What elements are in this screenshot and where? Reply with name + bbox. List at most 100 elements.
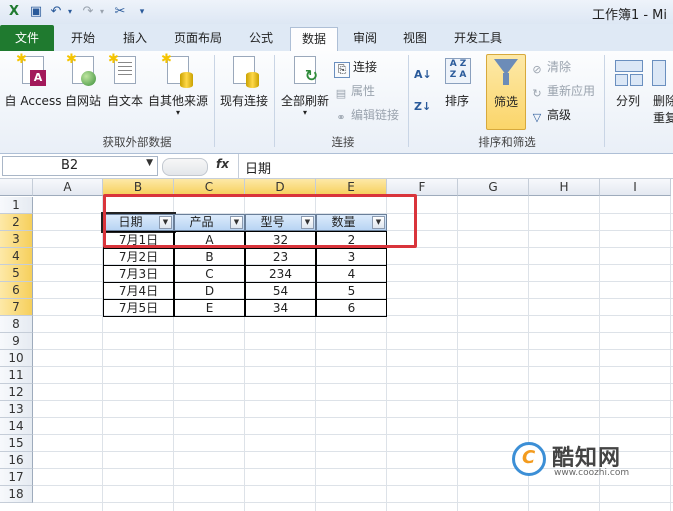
advanced-filter-icon: ▽ xyxy=(532,111,542,124)
redo-dropdown-icon[interactable]: ▾ xyxy=(94,4,110,20)
column-header-h[interactable]: H xyxy=(529,179,600,196)
tools-icon[interactable]: ✂ xyxy=(112,4,128,20)
sort-za-icon: Z↓ xyxy=(414,100,432,113)
row-header-3[interactable]: 3 xyxy=(0,231,33,248)
web-icon: ✱ xyxy=(66,52,98,88)
undo-dropdown-icon[interactable]: ▾ xyxy=(62,4,78,20)
table-cell[interactable]: 7月2日 xyxy=(103,248,174,266)
group-label-connections: 连接 xyxy=(331,135,355,149)
gridline-horizontal xyxy=(33,417,673,418)
text-to-columns-button[interactable]: 分列 xyxy=(610,54,646,130)
column-header-i[interactable]: I xyxy=(600,179,671,196)
table-cell[interactable]: 6 xyxy=(316,299,387,317)
filter-funnel-icon xyxy=(491,55,521,89)
ribbon: A ✱ 自 Access ✱ 自网站 ✱ 自文本 ✱ 自其他来源 ▾ 现有连接 xyxy=(0,51,673,154)
group-divider xyxy=(408,55,409,147)
access-icon: A ✱ xyxy=(16,52,48,88)
remove-duplicates-button[interactable]: 删除 重复 xyxy=(650,54,673,130)
table-cell[interactable]: 5 xyxy=(316,282,387,300)
sort-descending-button[interactable]: Z↓ xyxy=(414,97,431,117)
highlight-box xyxy=(103,194,417,248)
column-header-a[interactable]: A xyxy=(33,179,103,196)
row-header-15[interactable]: 15 xyxy=(0,435,33,452)
table-cell[interactable]: C xyxy=(174,265,245,283)
row-header-2[interactable]: 2 xyxy=(0,214,33,231)
other-sources-icon: ✱ xyxy=(161,52,193,88)
row-header-8[interactable]: 8 xyxy=(0,316,33,333)
from-web-button[interactable]: ✱ 自网站 xyxy=(62,52,104,130)
save-icon[interactable]: ▣ xyxy=(28,4,44,20)
group-divider xyxy=(604,55,605,147)
filter-button[interactable]: 筛选 xyxy=(486,54,526,130)
tab-view[interactable]: 视图 xyxy=(394,27,436,50)
table-cell[interactable]: D xyxy=(174,282,245,300)
tab-developer[interactable]: 开发工具 xyxy=(446,27,510,50)
tab-page-layout[interactable]: 页面布局 xyxy=(166,27,230,50)
row-header-16[interactable]: 16 xyxy=(0,452,33,469)
table-cell[interactable]: 7月4日 xyxy=(103,282,174,300)
customize-toolbar-icon[interactable]: ▾ xyxy=(134,4,150,20)
text-file-icon: ✱ xyxy=(108,52,140,88)
reapply-button[interactable]: ↻ 重新应用 xyxy=(530,81,595,101)
tab-insert[interactable]: 插入 xyxy=(114,27,156,50)
name-box[interactable]: B2 ▼ xyxy=(2,156,158,176)
gridline-horizontal xyxy=(33,332,673,333)
row-header-13[interactable]: 13 xyxy=(0,401,33,418)
table-cell[interactable]: 34 xyxy=(245,299,316,317)
column-header-g[interactable]: G xyxy=(458,179,529,196)
table-cell[interactable]: 4 xyxy=(316,265,387,283)
title-bar: X ▣ ↶ ▾ ↷ ▾ ✂ ▾ 工作簿1 - Mi xyxy=(0,0,673,25)
group-label-get-external-data: 获取外部数据 xyxy=(102,135,172,149)
table-cell[interactable]: 23 xyxy=(245,248,316,266)
table-cell[interactable]: 3 xyxy=(316,248,387,266)
table-cell[interactable]: B xyxy=(174,248,245,266)
existing-connections-button[interactable]: 现有连接 xyxy=(218,54,270,130)
coozhi-logo-icon: C xyxy=(512,442,546,476)
advanced-filter-button[interactable]: ▽ 高级 xyxy=(530,105,571,125)
row-header-14[interactable]: 14 xyxy=(0,418,33,435)
chevron-down-icon: ▾ xyxy=(175,108,180,117)
tab-formulas[interactable]: 公式 xyxy=(240,27,282,50)
edit-links-button[interactable]: ⚭ 编辑链接 xyxy=(334,105,399,125)
connections-button[interactable]: ⎘ 连接 xyxy=(334,57,377,78)
gridline-horizontal xyxy=(33,434,673,435)
select-all-corner[interactable] xyxy=(0,179,33,196)
window-title: 工作簿1 - Mi xyxy=(591,8,667,23)
row-header-6[interactable]: 6 xyxy=(0,282,33,299)
formula-input[interactable]: 日期 xyxy=(245,158,271,177)
row-header-4[interactable]: 4 xyxy=(0,248,33,265)
clear-filter-button[interactable]: ⊘ 清除 xyxy=(530,57,571,77)
table-cell[interactable]: 54 xyxy=(245,282,316,300)
from-text-button[interactable]: ✱ 自文本 xyxy=(104,52,146,130)
from-access-button[interactable]: A ✱ 自 Access xyxy=(4,52,62,130)
tab-file[interactable]: 文件 xyxy=(0,25,54,51)
tab-review[interactable]: 审阅 xyxy=(344,27,386,50)
row-header-10[interactable]: 10 xyxy=(0,350,33,367)
tab-home[interactable]: 开始 xyxy=(62,27,104,50)
table-cell[interactable]: 7月5日 xyxy=(103,299,174,317)
row-header-18[interactable]: 18 xyxy=(0,486,33,503)
table-cell[interactable]: E xyxy=(174,299,245,317)
chevron-down-icon[interactable]: ▼ xyxy=(146,158,153,168)
row-header-11[interactable]: 11 xyxy=(0,367,33,384)
row-header-9[interactable]: 9 xyxy=(0,333,33,350)
properties-button[interactable]: ▤ 属性 xyxy=(334,81,375,101)
row-header-5[interactable]: 5 xyxy=(0,265,33,282)
sort-ascending-button[interactable]: A↓ xyxy=(414,65,432,85)
row-header-17[interactable]: 17 xyxy=(0,469,33,486)
name-box-value: B2 xyxy=(61,158,79,173)
tab-data[interactable]: 数据 xyxy=(290,27,338,52)
clear-filter-icon: ⊘ xyxy=(532,63,542,76)
row-header-1[interactable]: 1 xyxy=(0,197,33,214)
row-header-7[interactable]: 7 xyxy=(0,299,33,316)
insert-function-icon[interactable]: fx xyxy=(216,157,229,171)
table-cell[interactable]: 234 xyxy=(245,265,316,283)
refresh-all-button[interactable]: ↻ 全部刷新 ▾ xyxy=(278,54,332,130)
gridline-horizontal xyxy=(33,366,673,367)
from-other-sources-button[interactable]: ✱ 自其他来源 ▾ xyxy=(146,52,210,130)
row-header-12[interactable]: 12 xyxy=(0,384,33,401)
group-label-sort-filter: 排序和筛选 xyxy=(478,135,536,149)
table-cell[interactable]: 7月3日 xyxy=(103,265,174,283)
formula-expand-handle[interactable] xyxy=(162,158,208,176)
sort-button[interactable]: A ZZ A 排序 xyxy=(440,54,474,130)
